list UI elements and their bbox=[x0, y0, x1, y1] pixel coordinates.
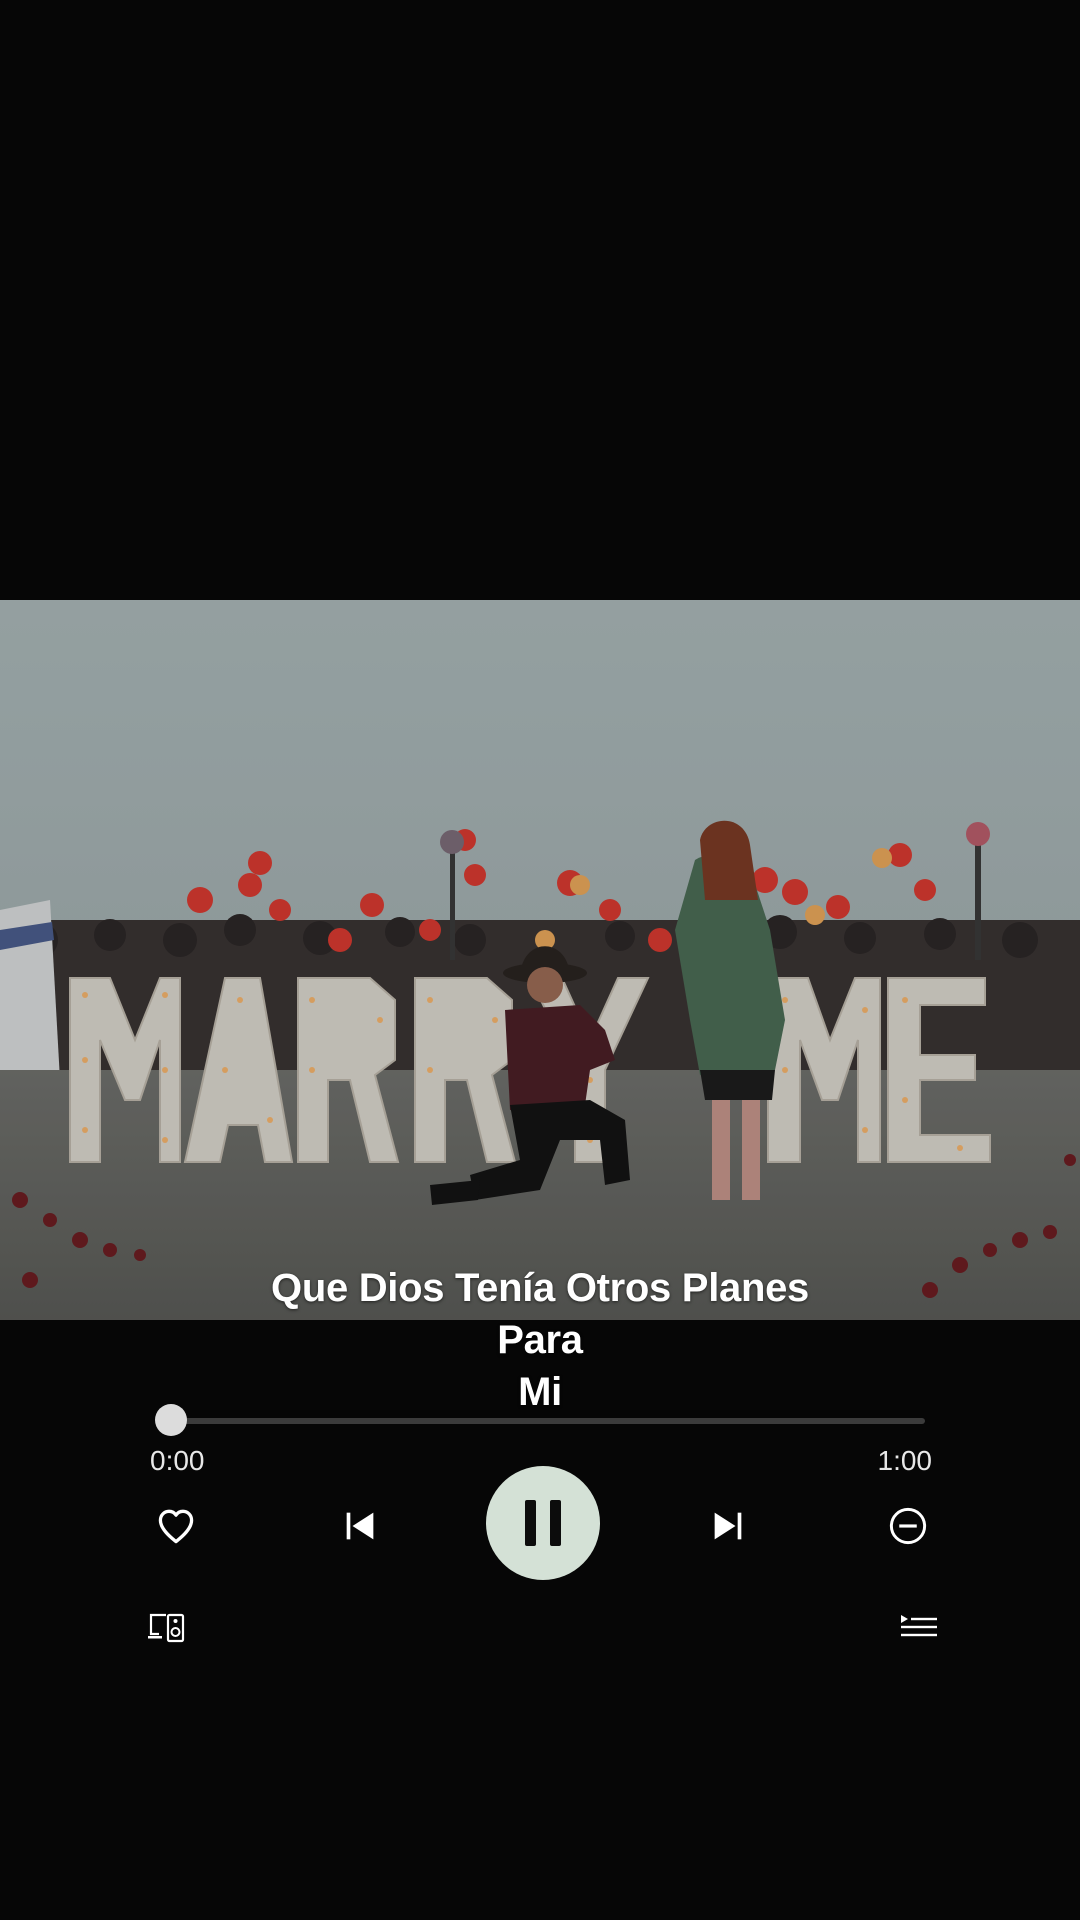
lyric-line: Que Dios Tenía Otros Planes bbox=[271, 1266, 809, 1310]
pause-button[interactable] bbox=[486, 1466, 600, 1580]
like-button[interactable] bbox=[146, 1496, 206, 1556]
queue-icon bbox=[901, 1615, 937, 1637]
queue-button[interactable] bbox=[895, 1608, 943, 1648]
previous-track-button[interactable] bbox=[330, 1496, 390, 1556]
progress-bar[interactable] bbox=[171, 1418, 925, 1424]
progress-knob[interactable] bbox=[155, 1404, 187, 1436]
lyric-line: Para bbox=[497, 1318, 583, 1362]
heart-icon bbox=[158, 1509, 194, 1544]
skip-previous-icon bbox=[346, 1512, 374, 1540]
total-time: 1:00 bbox=[877, 1445, 933, 1476]
connect-devices-button[interactable] bbox=[144, 1608, 192, 1648]
devices-icon bbox=[148, 1613, 185, 1643]
minus-circle-icon bbox=[889, 1507, 927, 1545]
pause-icon bbox=[525, 1500, 561, 1546]
elapsed-time: 0:00 bbox=[150, 1445, 205, 1476]
lyrics-overlay: Que Dios Tenía Otros Planes Para Mi bbox=[0, 1262, 1080, 1418]
proposal-photo bbox=[0, 600, 1080, 1320]
hide-song-button[interactable] bbox=[878, 1496, 938, 1556]
next-track-button[interactable] bbox=[698, 1496, 758, 1556]
player-screen: Que Dios Tenía Otros Planes Para Mi 0:00… bbox=[0, 0, 1080, 1920]
album-artwork-photo bbox=[0, 600, 1080, 1320]
skip-next-icon bbox=[714, 1512, 742, 1540]
